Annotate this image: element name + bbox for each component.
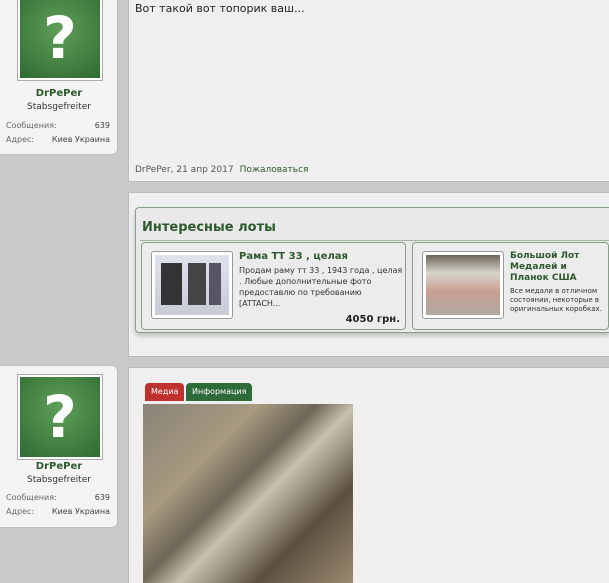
user-title: Stabsgefreiter [27,475,91,485]
messages-label: Сообщения: [6,493,57,502]
report-link[interactable]: Пожаловаться [240,165,309,175]
lot-title[interactable]: Большой Лот Медалей и Планок США [510,251,606,284]
address-label: Адрес: [6,135,35,144]
lot-description: Продам раму тт 33 , 1943 года , целая . … [239,266,403,308]
messages-count: 639 [94,493,110,502]
avatar[interactable]: ? [18,0,102,80]
avatar[interactable]: ? [18,375,102,459]
address-value: Киев Украина [51,507,110,516]
post-photo[interactable] [143,404,353,583]
lot-card[interactable]: Рама ТТ 33 , целая Продам раму тт 33 , 1… [141,242,406,330]
user-title: Stabsgefreiter [27,102,91,112]
username[interactable]: DrPePer [0,461,118,472]
lot-thumbnail[interactable] [151,251,233,319]
post-author[interactable]: DrPePer [135,165,171,175]
address-value: Киев Украина [51,135,110,144]
post-message: Вот такой вот топорик ваш... [135,2,305,15]
tab-information[interactable]: Информация [186,383,253,401]
lots-title: Интересные лоты [142,220,276,235]
username[interactable]: DrPePer [0,88,118,99]
lot-thumbnail[interactable] [422,251,504,319]
lot-price: 4050 грн. [345,314,400,325]
messages-count: 639 [94,121,110,130]
post-date[interactable]: 21 апр 2017 [176,165,233,175]
messages-label: Сообщения: [6,121,57,130]
post-meta: DrPePer, 21 апр 2017 Пожаловаться [135,165,309,175]
lot-title[interactable]: Рама ТТ 33 , целая [239,251,348,263]
lot-description: Все медали в отличном состоянии, некотор… [510,287,602,313]
lot-card[interactable]: Большой Лот Медалей и Планок США Все мед… [412,242,609,330]
tab-media[interactable]: Медиа [145,383,185,401]
address-label: Адрес: [6,507,35,516]
lots-block: Интересные лоты Рама ТТ 33 , целая Прода… [135,207,609,333]
post-content [128,0,609,182]
divider [140,240,609,241]
